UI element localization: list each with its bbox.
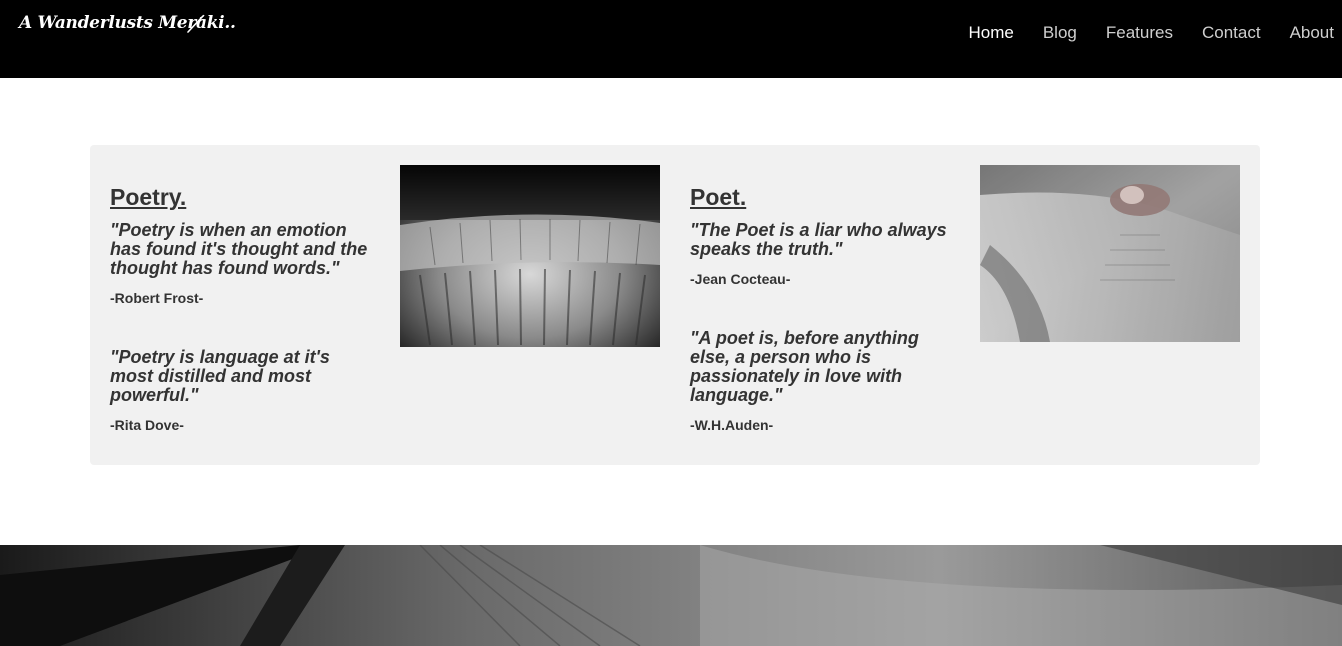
quote-text: "Poetry is language at it's most distill… — [110, 347, 330, 405]
quote-text: "Poetry is when an emotion has found it'… — [110, 220, 368, 278]
quote-text: "The Poet is a liar who always speaks th… — [690, 220, 947, 259]
quote-author: -Jean Cocteau- — [690, 271, 791, 287]
open-book-banner — [0, 545, 1342, 646]
main-nav: Home Blog Features Contact About — [939, 22, 1334, 44]
poetry-heading: Poetry. — [110, 184, 187, 210]
hand-book-image — [980, 165, 1240, 342]
nav-contact-link[interactable]: Contact — [1202, 22, 1261, 44]
poet-heading: Poet. — [690, 184, 747, 210]
quote-author: -W.H.Auden- — [690, 417, 774, 433]
site-header: A Wanderlusts Meraki.. Home Blog Feature… — [0, 0, 1342, 78]
quotes-card: Poetry. "Poetry is when an emotion has f… — [90, 145, 1260, 465]
nav-features-link[interactable]: Features — [1106, 22, 1173, 44]
quote-author: -Robert Frost- — [110, 290, 204, 306]
quote-text: "A poet is, before anything else, a pers… — [690, 328, 919, 405]
nav-blog-link[interactable]: Blog — [1043, 22, 1077, 44]
quill-icon — [187, 14, 205, 33]
quote-author: -Rita Dove- — [110, 417, 184, 433]
book-pages-image — [400, 165, 660, 347]
nav-home-link[interactable]: Home — [968, 22, 1013, 44]
nav-about-link[interactable]: About — [1290, 22, 1334, 44]
